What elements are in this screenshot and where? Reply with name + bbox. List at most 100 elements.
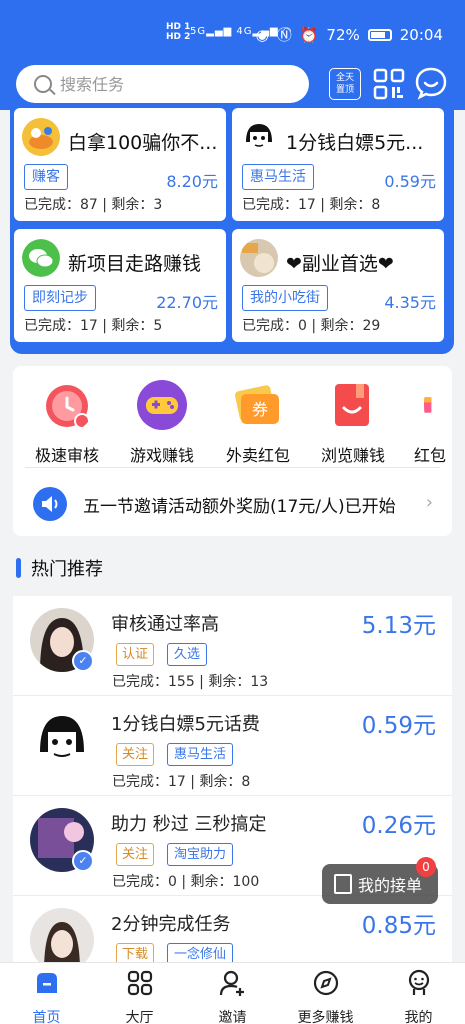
task-price: 0.26元 — [361, 813, 436, 839]
notice-text: 五一节邀请活动额外奖励(17元/人)已开始 — [83, 496, 396, 517]
avatar — [30, 908, 94, 962]
gamepad-icon — [137, 380, 187, 430]
featured-task-card[interactable]: 白拿100骗你不... 赚客 8.20元 已完成：87 | 剩余：3 — [14, 108, 226, 221]
task-name: 审核通过率高 — [111, 614, 219, 635]
clock: 20:04 — [399, 25, 443, 44]
orders-count-badge: 0 — [416, 857, 436, 877]
list-item[interactable]: 1分钱白嫖5元话费 0.59元 关注 惠马生活 已完成：17 | 剩余：8 — [13, 696, 452, 796]
task-stats: 已完成：17 | 剩余：8 — [112, 774, 251, 790]
tab-hall[interactable]: 大厅 — [93, 969, 186, 1024]
task-source-tag: 一念修仙 — [167, 943, 234, 962]
bottom-tab-bar: 首页 大厅 邀请 更多赚钱 我的 — [0, 962, 465, 1024]
tab-label: 更多赚钱 — [297, 1010, 354, 1024]
search-bar[interactable] — [16, 65, 309, 103]
search-input[interactable] — [60, 74, 280, 94]
task-stats: 已完成：17 | 剩余：8 — [242, 197, 381, 213]
task-title: 新项目走路赚钱 — [68, 253, 202, 275]
task-source-tag: 惠马生活 — [242, 164, 314, 190]
featured-task-card[interactable]: ❤副业首选❤ 我的小吃街 4.35元 已完成：0 | 剩余：29 — [232, 229, 444, 342]
divider — [25, 467, 440, 468]
alarm-clock-icon — [46, 385, 90, 429]
task-stats: 已完成：87 | 剩余：3 — [24, 197, 163, 213]
category-label: 极速审核 — [34, 446, 99, 465]
home-icon — [36, 973, 57, 993]
task-price: 5.13元 — [361, 613, 436, 639]
tab-label: 首页 — [32, 1010, 61, 1024]
tab-label: 邀请 — [218, 1010, 247, 1024]
grid-icon — [127, 970, 152, 996]
nfc-icon: Ⓝ — [276, 26, 292, 44]
verified-badge: ✓ — [72, 650, 94, 672]
chevron-right-icon: › — [425, 492, 433, 513]
book-icon — [335, 384, 369, 426]
task-source-tag: 淘宝助力 — [167, 843, 234, 866]
task-price: 4.35元 — [384, 293, 436, 312]
task-source-tag: 即刻记步 — [24, 285, 96, 311]
category-panel: 极速审核 游戏赚钱 券 外卖红包 浏览赚钱 红包 五一节邀请活动额外奖励(17元… — [13, 366, 452, 536]
task-source-tag: 我的小吃街 — [242, 285, 328, 311]
tab-mine[interactable]: 我的 — [372, 969, 465, 1024]
task-stats: 已完成：17 | 剩余：5 — [24, 318, 163, 334]
sim-indicator: HD 1 HD 2 — [166, 22, 191, 42]
compass-icon — [313, 970, 338, 996]
list-item[interactable]: ✓ 审核通过率高 5.13元 认证 久选 已完成：155 | 剩余：13 — [13, 596, 452, 696]
task-type-tag: 下载 — [116, 943, 155, 962]
category-game[interactable]: 游戏赚钱 — [117, 378, 207, 466]
task-price: 0.85元 — [361, 913, 436, 939]
category-label: 游戏赚钱 — [129, 446, 194, 465]
featured-task-panel: 白拿100骗你不... 赚客 8.20元 已完成：87 | 剩余：3 1分钱白嫖… — [10, 104, 454, 354]
task-type-tag: 关注 — [116, 743, 155, 766]
task-title: 白拿100骗你不... — [68, 132, 218, 154]
pin-all-day-button[interactable]: 全天 置顶 — [329, 68, 361, 100]
task-name: 1分钱白嫖5元话费 — [111, 714, 260, 735]
section-accent-bar — [16, 558, 21, 578]
task-type-tag: 关注 — [116, 843, 155, 866]
section-title: 热门推荐 — [31, 559, 103, 580]
category-red-packet[interactable]: 红包 — [402, 378, 452, 466]
category-browse[interactable]: 浏览赚钱 — [308, 378, 398, 466]
task-name: 助力 秒过 三秒搞定 — [111, 814, 267, 835]
alarm-icon: ⏰ — [299, 25, 319, 44]
my-orders-label: 我的接单 — [358, 876, 423, 895]
eye-icon: ◉ — [255, 25, 269, 44]
task-avatar — [240, 118, 278, 156]
notice-banner[interactable]: 五一节邀请活动额外奖励(17元/人)已开始 › — [33, 484, 433, 524]
search-icon — [34, 75, 52, 93]
task-source-tag: 惠马生活 — [167, 743, 234, 766]
clipboard-icon — [334, 874, 352, 894]
battery-percent: 72% — [326, 25, 360, 44]
task-avatar — [22, 118, 60, 156]
task-source-tag: 久选 — [167, 643, 208, 666]
task-avatar — [240, 239, 278, 277]
list-item[interactable]: 2分钟完成任务 0.85元 下载 一念修仙 — [13, 896, 452, 962]
red-packet-icon — [424, 397, 432, 413]
task-price: 0.59元 — [361, 713, 436, 739]
task-type-tag: 认证 — [116, 643, 155, 666]
task-price: 0.59元 — [384, 172, 436, 191]
tab-invite[interactable]: 邀请 — [186, 969, 279, 1024]
scan-qr-icon[interactable] — [373, 68, 405, 100]
tab-home[interactable]: 首页 — [0, 969, 93, 1024]
task-title: ❤副业首选❤ — [286, 253, 394, 275]
profile-icon — [408, 969, 429, 995]
avatar — [30, 708, 94, 772]
category-takeout[interactable]: 券 外卖红包 — [213, 378, 303, 466]
featured-task-card[interactable]: 1分钱白嫖5元... 惠马生活 0.59元 已完成：17 | 剩余：8 — [232, 108, 444, 221]
category-label: 红包 — [414, 446, 447, 465]
tab-more-earn[interactable]: 更多赚钱 — [279, 969, 372, 1024]
task-stats: 已完成：0 | 剩余：29 — [242, 318, 381, 334]
category-label: 外卖红包 — [225, 446, 290, 465]
status-right: ◉ Ⓝ ⏰ 72% 20:04 — [256, 24, 443, 45]
hot-task-list: ✓ 审核通过率高 5.13元 认证 久选 已完成：155 | 剩余：13 1分钱… — [13, 596, 452, 962]
speaker-icon — [33, 487, 67, 521]
message-icon[interactable] — [414, 66, 448, 100]
battery-icon — [367, 28, 392, 41]
task-price: 8.20元 — [166, 172, 218, 191]
coupon-glyph: 券 — [252, 400, 268, 419]
task-stats: 已完成：0 | 剩余：100 — [112, 874, 260, 890]
tab-label: 大厅 — [125, 1010, 154, 1024]
task-source-tag: 赚客 — [24, 164, 68, 190]
featured-task-card[interactable]: 新项目走路赚钱 即刻记步 22.70元 已完成：17 | 剩余：5 — [14, 229, 226, 342]
my-orders-button[interactable]: 我的接单 0 — [322, 857, 438, 904]
category-fast-review[interactable]: 极速审核 — [22, 378, 112, 466]
